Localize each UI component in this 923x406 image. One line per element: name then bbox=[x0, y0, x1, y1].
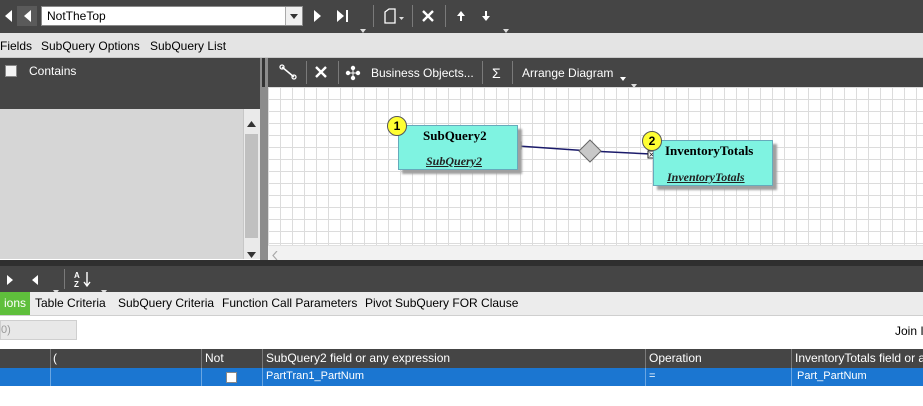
filter-input-value: 0) bbox=[1, 324, 11, 336]
move-down-icon[interactable] bbox=[476, 6, 496, 26]
toolbar-separator bbox=[64, 269, 65, 289]
tab-function-call-parameters[interactable]: Function Call Parameters bbox=[222, 292, 357, 315]
column-divider bbox=[791, 368, 792, 386]
column-divider bbox=[645, 349, 646, 368]
record-selector-value: NotTheTop bbox=[47, 9, 106, 23]
more-options-icon[interactable] bbox=[503, 22, 509, 33]
business-objects-button[interactable]: Business Objects... bbox=[341, 58, 481, 87]
tab-bar: ions Table Criteria SubQuery Criteria Fu… bbox=[0, 292, 923, 316]
table-box-subquery2[interactable]: SubQuery2 SubQuery2 bbox=[398, 125, 518, 170]
toolbar-separator bbox=[482, 61, 483, 84]
arrange-diagram-label: Arrange Diagram bbox=[522, 66, 614, 80]
previous-icon[interactable] bbox=[32, 274, 38, 288]
not-checkbox[interactable] bbox=[226, 372, 237, 383]
column-divider bbox=[201, 349, 202, 368]
business-objects-icon bbox=[345, 65, 361, 84]
sigma-icon[interactable]: Σ bbox=[492, 65, 501, 81]
filter-row bbox=[0, 316, 923, 348]
svg-text:Z: Z bbox=[74, 280, 79, 288]
scrollbar-thumb[interactable] bbox=[245, 134, 258, 238]
column-header-operation[interactable]: Operation bbox=[649, 351, 702, 365]
table-title: InventoryTotals bbox=[665, 143, 754, 158]
delete-icon[interactable] bbox=[311, 62, 331, 82]
delete-icon[interactable] bbox=[418, 6, 438, 26]
svg-text:A: A bbox=[74, 271, 80, 280]
toolbar-separator bbox=[445, 5, 446, 27]
column-divider bbox=[791, 349, 792, 368]
tab-join-options[interactable]: ions bbox=[0, 292, 31, 315]
column-divider bbox=[201, 368, 202, 386]
table-box-inventorytotals[interactable]: InventoryTotals InventoryTotals bbox=[653, 140, 773, 186]
field-list[interactable] bbox=[0, 109, 243, 259]
table-alias: SubQuery2 bbox=[426, 154, 483, 168]
field-list-header: Contains bbox=[0, 58, 262, 109]
column-header-right-field[interactable]: InventoryTotals field or a bbox=[795, 351, 923, 365]
table-row[interactable]: PartTran1_PartNum = Part_PartNum bbox=[0, 368, 923, 386]
sort-az-icon[interactable]: A Z bbox=[73, 270, 95, 291]
arrange-diagram-button[interactable]: Arrange Diagram bbox=[516, 58, 637, 88]
column-header-not[interactable]: Not bbox=[205, 351, 224, 365]
right-field-cell[interactable]: Part_PartNum bbox=[797, 370, 867, 382]
new-icon[interactable] bbox=[380, 6, 406, 26]
first-record-icon[interactable] bbox=[0, 6, 16, 26]
column-divider bbox=[645, 368, 646, 386]
chevron-down-icon[interactable] bbox=[285, 7, 302, 25]
contains-label: Contains bbox=[29, 64, 77, 78]
filter-input[interactable]: 0) bbox=[0, 320, 77, 340]
chevron-down-icon bbox=[620, 70, 626, 84]
record-selector-combo[interactable]: NotTheTop bbox=[41, 6, 303, 26]
diagram-toolbar: Business Objects... Σ Arrange Diagram bbox=[268, 58, 923, 88]
link-icon[interactable] bbox=[278, 62, 298, 82]
criteria-toolbar: A Z bbox=[0, 266, 923, 294]
diagram-canvas[interactable]: SubQuery2 SubQuery2 1 InventoryTotals In… bbox=[268, 87, 923, 245]
menu-bar: Fields SubQuery Options SubQuery List bbox=[0, 33, 923, 58]
last-record-icon[interactable] bbox=[332, 6, 354, 26]
navigation-toolbar: NotTheTop bbox=[0, 0, 923, 33]
relation-link[interactable] bbox=[268, 87, 923, 245]
more-options-icon[interactable] bbox=[360, 22, 366, 33]
join-label: Join I bbox=[895, 324, 923, 338]
table-alias: InventoryTotals bbox=[667, 170, 745, 184]
left-field-cell[interactable]: PartTran1_PartNum bbox=[266, 370, 364, 382]
diagram-horizontal-scrollbar[interactable] bbox=[268, 245, 923, 261]
scroll-down-icon[interactable] bbox=[247, 247, 256, 261]
column-divider bbox=[262, 349, 263, 368]
toolbar-separator bbox=[373, 5, 374, 27]
column-divider bbox=[50, 368, 51, 386]
column-header-paren[interactable]: ( bbox=[53, 351, 57, 365]
menu-item-fields[interactable]: Fields bbox=[0, 39, 32, 53]
table-title: SubQuery2 bbox=[423, 128, 487, 143]
next-icon[interactable] bbox=[7, 274, 13, 288]
move-up-icon[interactable] bbox=[451, 6, 471, 26]
tab-subquery-criteria[interactable]: SubQuery Criteria bbox=[118, 292, 214, 315]
table-badge: 2 bbox=[642, 131, 662, 151]
tab-pivot-subquery-for-clause[interactable]: Pivot SubQuery FOR Clause bbox=[365, 292, 518, 315]
previous-record-icon[interactable] bbox=[17, 6, 37, 26]
menu-item-subquery-list[interactable]: SubQuery List bbox=[150, 39, 226, 53]
column-divider bbox=[262, 368, 263, 386]
toolbar-separator bbox=[338, 61, 339, 84]
business-objects-label: Business Objects... bbox=[371, 66, 474, 80]
toolbar-separator bbox=[512, 61, 513, 84]
column-divider bbox=[50, 349, 51, 368]
column-header-left-field[interactable]: SubQuery2 field or any expression bbox=[266, 351, 450, 365]
panel-splitter[interactable] bbox=[260, 58, 268, 260]
table-badge: 1 bbox=[387, 116, 407, 136]
grid-header: ( Not SubQuery2 field or any expression … bbox=[0, 349, 923, 368]
scroll-up-icon[interactable] bbox=[247, 116, 256, 130]
next-record-icon[interactable] bbox=[308, 6, 328, 26]
toolbar-separator bbox=[412, 5, 413, 27]
tab-table-criteria[interactable]: Table Criteria bbox=[35, 292, 106, 315]
toolbar-separator bbox=[306, 61, 307, 84]
splitter-grip bbox=[262, 58, 265, 87]
menu-item-subquery-options[interactable]: SubQuery Options bbox=[41, 39, 140, 53]
operation-cell[interactable]: = bbox=[649, 370, 655, 382]
contains-checkbox[interactable] bbox=[5, 65, 17, 77]
